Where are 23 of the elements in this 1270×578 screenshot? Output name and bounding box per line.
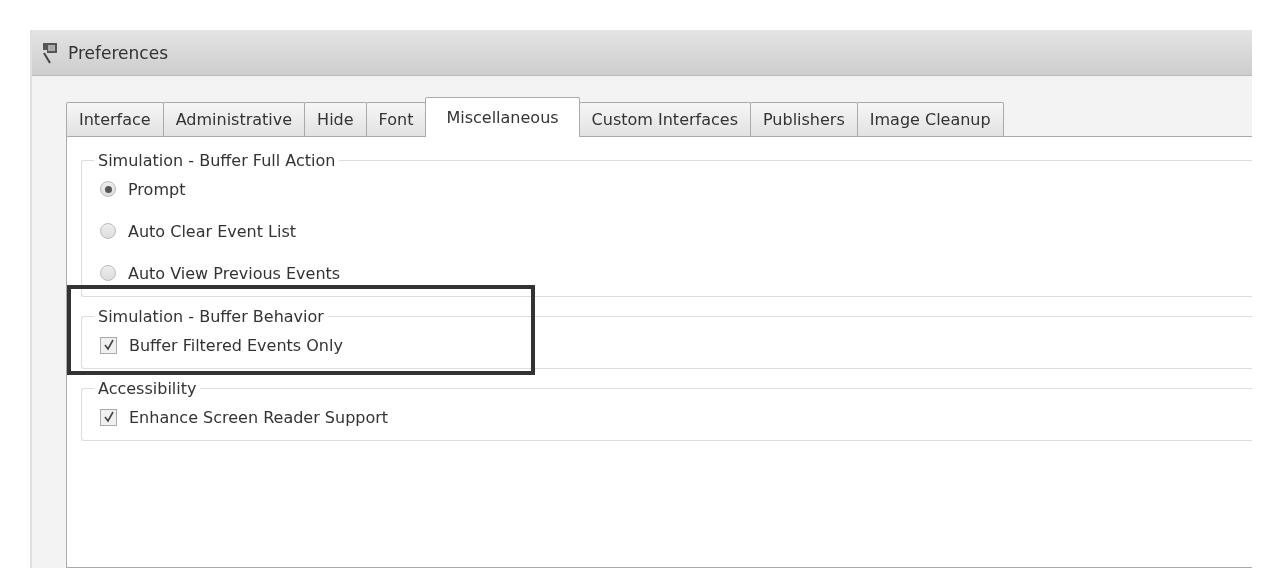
radio-button[interactable] bbox=[100, 265, 116, 281]
tab[interactable]: Custom Interfaces bbox=[578, 102, 751, 136]
tab[interactable]: Miscellaneous bbox=[425, 97, 580, 137]
checkbox[interactable] bbox=[100, 336, 117, 354]
option-label: Buffer Filtered Events Only bbox=[129, 335, 343, 355]
tab[interactable]: Interface bbox=[66, 102, 164, 136]
group-title: Accessibility bbox=[97, 379, 198, 398]
group-title: Simulation - Buffer Behavior bbox=[97, 307, 325, 326]
option-label: Enhance Screen Reader Support bbox=[129, 407, 389, 427]
checkbox[interactable] bbox=[100, 408, 117, 426]
radio-button[interactable] bbox=[100, 181, 116, 197]
flag-icon bbox=[40, 40, 60, 65]
group-title: Simulation - Buffer Full Action bbox=[97, 151, 337, 170]
tab[interactable]: Administrative bbox=[162, 102, 306, 136]
tab[interactable]: Image Cleanup bbox=[856, 102, 1004, 136]
window-title: Preferences bbox=[68, 42, 168, 63]
option-label: Auto View Previous Events bbox=[128, 263, 341, 283]
tab[interactable]: Hide bbox=[304, 102, 367, 136]
tab[interactable]: Font bbox=[365, 102, 427, 136]
tab[interactable]: Publishers bbox=[749, 102, 858, 136]
option-label: Auto Clear Event List bbox=[128, 221, 297, 241]
option-label: Prompt bbox=[128, 179, 186, 199]
radio-button[interactable] bbox=[100, 223, 116, 239]
